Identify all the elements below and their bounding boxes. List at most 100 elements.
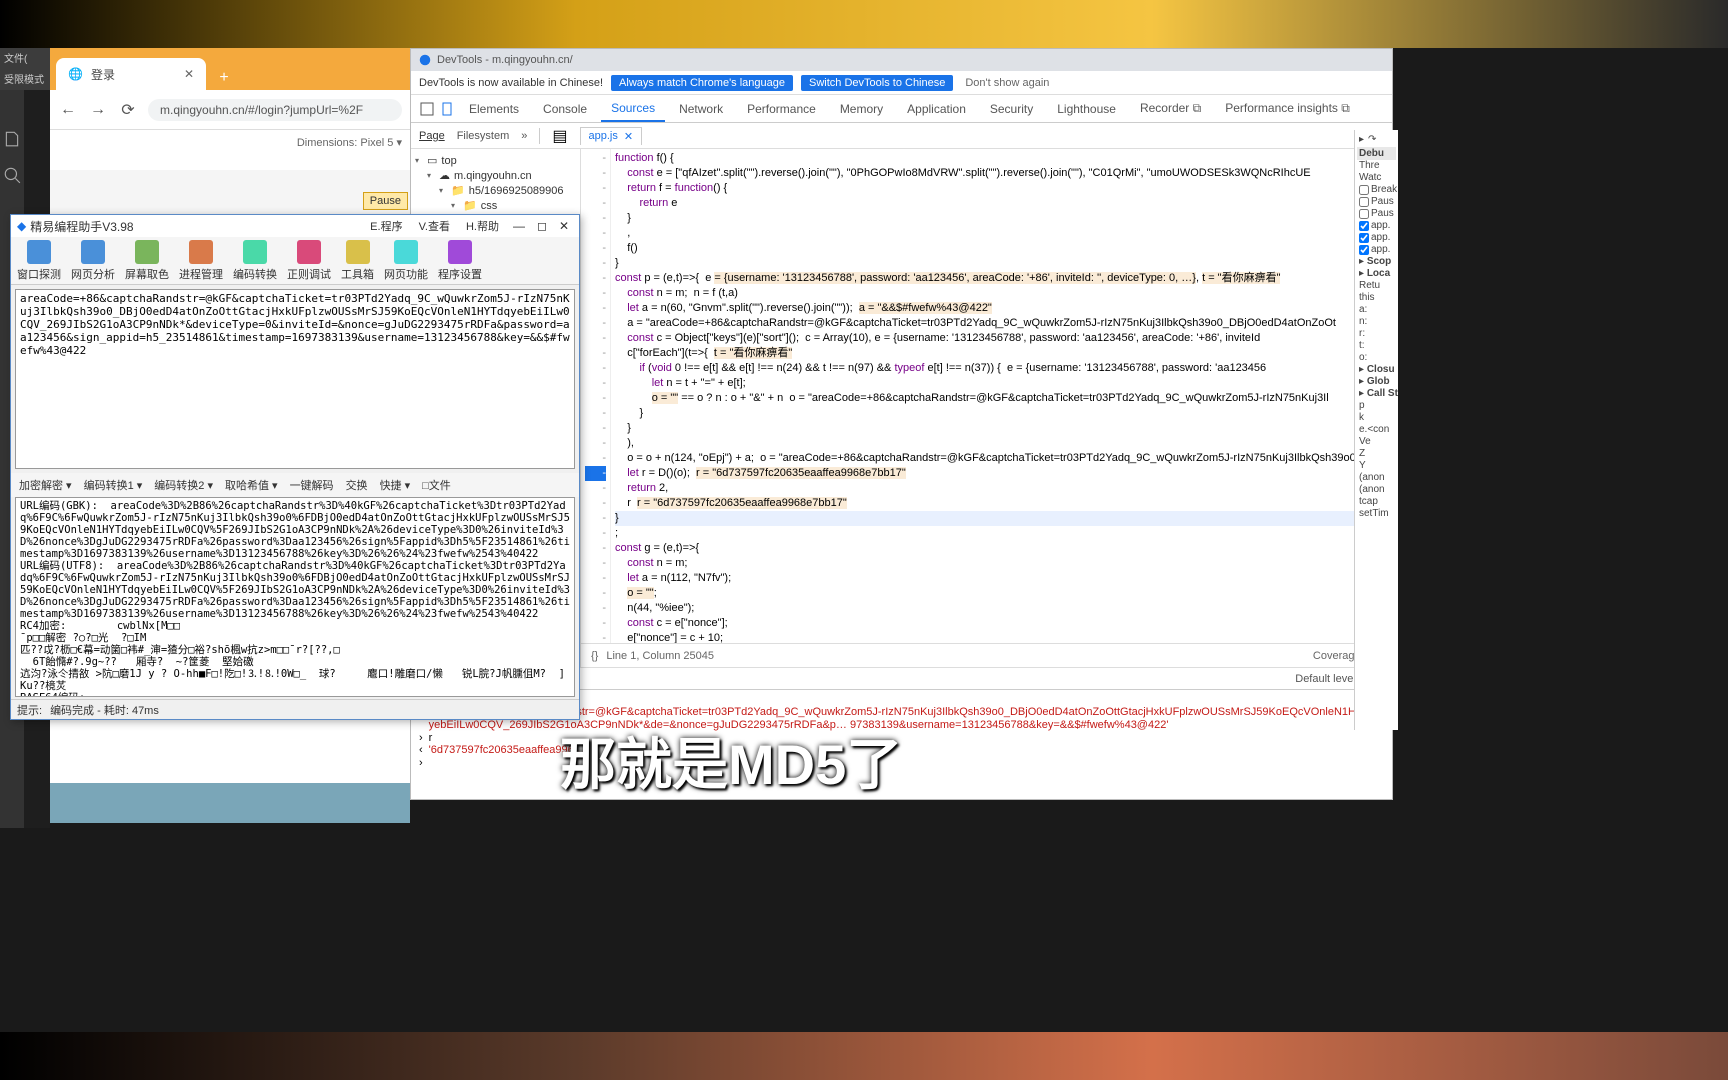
subtab-filesystem[interactable]: Filesystem — [457, 130, 510, 142]
debugger-item[interactable]: Ve — [1357, 436, 1396, 448]
midbar-编码转换1[interactable]: 编码转换1 ▾ — [84, 477, 143, 493]
dismiss-banner[interactable]: Don't show again — [965, 77, 1049, 89]
tab-application[interactable]: Application — [897, 95, 976, 122]
window-icon: ▭ — [427, 154, 437, 167]
midbar-一键解码[interactable]: 一键解码 — [290, 477, 334, 493]
inspect-icon[interactable] — [419, 101, 435, 117]
debugger-item[interactable]: Retu — [1357, 280, 1396, 292]
debugger-item[interactable]: app. — [1357, 232, 1396, 244]
debugger-item[interactable]: ▸ Closu — [1357, 364, 1396, 376]
debugger-item[interactable]: app. — [1357, 220, 1396, 232]
debugger-item[interactable]: Thre — [1357, 160, 1396, 172]
debugger-item[interactable]: ▸ Scop — [1357, 256, 1396, 268]
menu-view[interactable]: V.查看 — [413, 218, 456, 234]
toolbar-窗口探测[interactable]: 窗口探测 — [17, 240, 61, 282]
debugger-item[interactable]: Paus — [1357, 208, 1396, 220]
tree-folder1[interactable]: h5/1696925089906 — [469, 185, 564, 197]
debugger-item[interactable]: e.<con — [1357, 424, 1396, 436]
toolbar-网页分析[interactable]: 网页分析 — [71, 240, 115, 282]
debugger-item[interactable]: Y — [1357, 460, 1396, 472]
debugger-item[interactable]: n: — [1357, 316, 1396, 328]
debugger-sidebar[interactable]: ▸ ↷ Debu ThreWatcBreakPausPausapp.app.ap… — [1354, 130, 1398, 730]
toolbar-工具箱[interactable]: 工具箱 — [341, 240, 374, 282]
back-button[interactable]: ← — [58, 100, 78, 120]
toolbar-程序设置[interactable]: 程序设置 — [438, 240, 482, 282]
maximize-button[interactable]: ◻ — [533, 219, 551, 233]
tab-console[interactable]: Console — [533, 95, 597, 122]
device-dimensions[interactable]: Dimensions: Pixel 5 ▾ — [297, 136, 402, 149]
search-icon[interactable] — [3, 166, 21, 184]
menu-help[interactable]: H.帮助 — [460, 218, 505, 234]
debugger-item[interactable]: ▸ Glob — [1357, 376, 1396, 388]
debugger-item[interactable]: Break — [1357, 184, 1396, 196]
minimize-button[interactable]: ― — [509, 219, 529, 233]
midbar-加密解密[interactable]: 加密解密 ▾ — [19, 477, 72, 493]
sidebar-toggle-icon[interactable]: ▤ — [552, 126, 567, 146]
debugger-item[interactable]: tcap — [1357, 496, 1396, 508]
tab-sources[interactable]: Sources — [601, 95, 665, 122]
debugger-item[interactable]: r: — [1357, 328, 1396, 340]
toolbar-正则调试[interactable]: 正则调试 — [287, 240, 331, 282]
debugger-item[interactable]: p — [1357, 400, 1396, 412]
debugger-item[interactable]: o: — [1357, 352, 1396, 364]
reload-button[interactable]: ⟳ — [118, 100, 138, 120]
midbar-□文件[interactable]: □文件 — [422, 477, 451, 493]
tab-close-icon[interactable]: ✕ — [184, 67, 194, 81]
tree-folder2[interactable]: css — [481, 200, 498, 212]
debugger-item[interactable]: t: — [1357, 340, 1396, 352]
open-file-tab[interactable]: app.js ✕ — [580, 127, 643, 145]
output-textarea[interactable]: URL编码(GBK): areaCode%3D%2B86%26captchaRa… — [15, 497, 575, 697]
tab-perf-insights[interactable]: Performance insights ⧉ — [1215, 95, 1360, 122]
menu-program[interactable]: E.程序 — [364, 218, 408, 234]
files-icon[interactable] — [3, 130, 21, 148]
midbar-快捷[interactable]: 快捷 ▾ — [380, 477, 411, 493]
midbar-取哈希值[interactable]: 取哈希值 ▾ — [225, 477, 278, 493]
code-editor[interactable]: function f() { const e = ["qfAIzet".spli… — [611, 149, 1392, 643]
braces-icon[interactable]: {} — [591, 650, 598, 662]
tab-lighthouse[interactable]: Lighthouse — [1047, 95, 1126, 122]
browser-tab[interactable]: 🌐 登录 ✕ — [56, 58, 206, 90]
debugger-item[interactable]: ▸ Loca — [1357, 268, 1396, 280]
gutter[interactable]: ----------------------------------------… — [581, 149, 611, 643]
tab-network[interactable]: Network — [669, 95, 733, 122]
input-textarea[interactable]: areaCode=+86&captchaRandstr=@kGF&captcha… — [15, 289, 575, 469]
close-button[interactable]: ✕ — [555, 219, 573, 233]
device-icon[interactable] — [439, 101, 455, 117]
toolbar-进程管理[interactable]: 进程管理 — [179, 240, 223, 282]
tree-domain[interactable]: m.qingyouhn.cn — [454, 170, 532, 182]
subtab-more[interactable]: » — [521, 130, 527, 142]
match-language-button[interactable]: Always match Chrome's language — [611, 75, 793, 91]
step-over-icon[interactable]: ↷ — [1368, 134, 1376, 145]
debugger-item[interactable]: setTim — [1357, 508, 1396, 520]
switch-chinese-button[interactable]: Switch DevTools to Chinese — [801, 75, 953, 91]
debugger-item[interactable]: a: — [1357, 304, 1396, 316]
toolbar-屏幕取色[interactable]: 屏幕取色 — [125, 240, 169, 282]
toolbar-编码转换[interactable]: 编码转换 — [233, 240, 277, 282]
debugger-item[interactable]: (anon — [1357, 484, 1396, 496]
debugger-item[interactable]: ▸ Call St — [1357, 388, 1396, 400]
debugger-item[interactable]: (anon — [1357, 472, 1396, 484]
tree-top[interactable]: top — [441, 155, 456, 167]
debugger-item[interactable]: Z — [1357, 448, 1396, 460]
page-bottom-banner — [50, 783, 410, 823]
forward-button[interactable]: → — [88, 100, 108, 120]
subtab-page[interactable]: Page — [419, 130, 445, 142]
url-input[interactable]: m.qingyouhn.cn/#/login?jumpUrl=%2F — [148, 99, 402, 121]
midbar-编码转换2[interactable]: 编码转换2 ▾ — [154, 477, 213, 493]
new-tab-button[interactable]: + — [212, 66, 236, 90]
toolbar-网页功能[interactable]: 网页功能 — [384, 240, 428, 282]
debugger-item[interactable]: Paus — [1357, 196, 1396, 208]
tab-recorder[interactable]: Recorder ⧉ — [1130, 95, 1211, 122]
util-titlebar[interactable]: ◆ 精易编程助手V3.98 E.程序 V.查看 H.帮助 ― ◻ ✕ — [11, 215, 579, 237]
debugger-item[interactable]: k — [1357, 412, 1396, 424]
midbar-交换[interactable]: 交换 — [346, 477, 368, 493]
tab-memory[interactable]: Memory — [830, 95, 893, 122]
debugger-item[interactable]: this — [1357, 292, 1396, 304]
debugger-item[interactable]: Watc — [1357, 172, 1396, 184]
resume-icon[interactable]: ▸ — [1359, 134, 1364, 145]
tab-performance[interactable]: Performance — [737, 95, 826, 122]
tab-elements[interactable]: Elements — [459, 95, 529, 122]
debugger-item[interactable]: app. — [1357, 244, 1396, 256]
tab-security[interactable]: Security — [980, 95, 1043, 122]
close-file-icon[interactable]: ✕ — [624, 130, 633, 143]
